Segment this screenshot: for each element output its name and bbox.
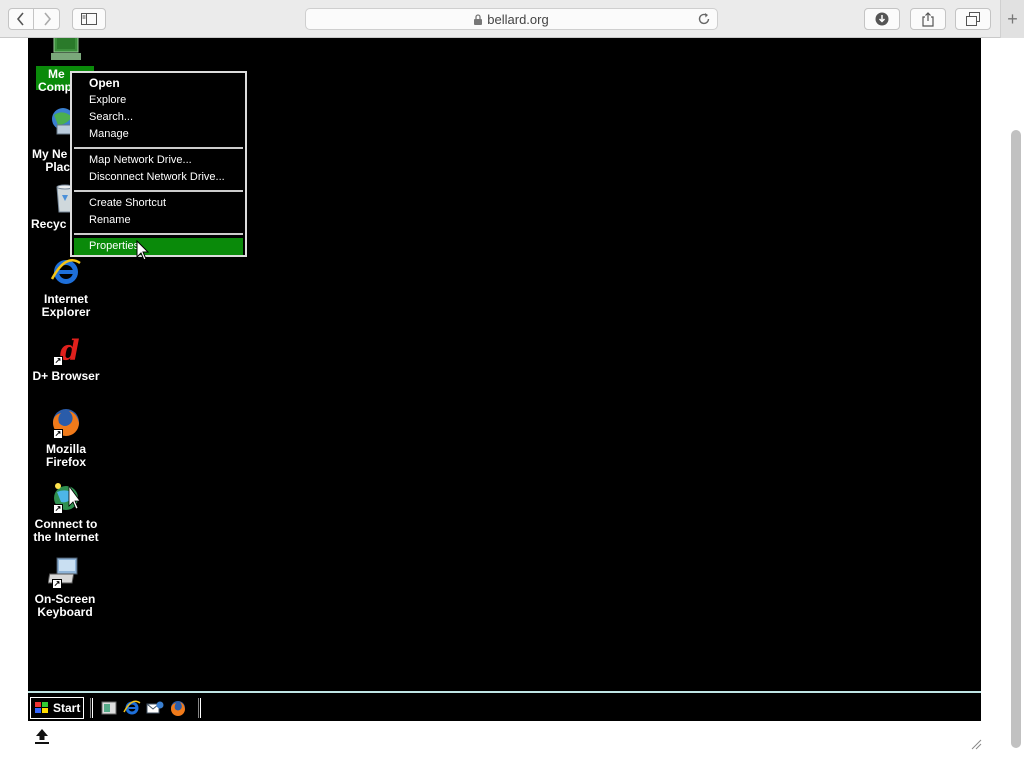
lock-icon xyxy=(474,13,483,25)
menu-separator xyxy=(72,229,245,238)
shortcut-arrow-icon: ↗ xyxy=(53,504,63,514)
shortcut-arrow-icon: ↗ xyxy=(52,579,62,589)
menu-item-map-network-drive[interactable]: Map Network Drive... xyxy=(72,152,245,169)
menu-item-open[interactable]: Open xyxy=(72,75,245,92)
chevron-right-icon xyxy=(43,12,51,26)
chevron-left-icon xyxy=(16,12,24,26)
firefox-icon: ↗ xyxy=(49,405,83,439)
connect-internet-label-2: the Internet xyxy=(33,530,99,544)
menu-item-manage[interactable]: Manage xyxy=(72,126,245,143)
shortcut-arrow-icon: ↗ xyxy=(53,356,63,366)
shortcut-arrow-icon: ↗ xyxy=(53,429,63,439)
page-scrollbar[interactable] xyxy=(1011,130,1021,748)
show-desktop-icon[interactable] xyxy=(100,699,118,717)
firefox-quicklaunch-icon[interactable] xyxy=(169,699,187,717)
sidebar-icon xyxy=(81,13,97,25)
d-plus-browser-label: D+ Browser xyxy=(32,369,100,383)
menu-item-search[interactable]: Search... xyxy=(72,109,245,126)
menu-item-explore[interactable]: Explore xyxy=(72,92,245,109)
outlook-express-icon[interactable] xyxy=(146,699,164,717)
internet-explorer-quicklaunch-icon[interactable] xyxy=(123,699,141,717)
context-menu: Open Explore Search... Manage Map Networ… xyxy=(70,71,247,257)
internet-explorer-label-2: Explorer xyxy=(41,305,91,319)
d-plus-browser-icon: d ↗ xyxy=(49,332,83,367)
forward-button[interactable] xyxy=(34,8,60,30)
internet-explorer-icon xyxy=(49,255,83,289)
computer-icon xyxy=(49,38,83,66)
taskbar-separator xyxy=(198,698,201,718)
menu-item-disconnect-network-drive[interactable]: Disconnect Network Drive... xyxy=(72,169,245,186)
internet-explorer-desktop-icon[interactable]: Internet Explorer xyxy=(28,255,104,319)
start-label: Start xyxy=(53,701,81,715)
keyboard-icon: ↗ xyxy=(47,555,82,589)
download-icon xyxy=(875,12,889,26)
mozilla-firefox-label-2: Firefox xyxy=(45,455,86,469)
share-icon xyxy=(922,11,934,27)
connect-to-internet-desktop-icon[interactable]: ↗ Connect to the Internet xyxy=(28,480,104,544)
emulator-screen[interactable]: Me Comp My Ne Plac Recyc Internet Explor… xyxy=(28,38,981,691)
d-plus-browser-desktop-icon[interactable]: d ↗ D+ Browser xyxy=(28,332,104,383)
sidebar-button[interactable] xyxy=(72,8,106,30)
address-bar[interactable]: bellard.org xyxy=(305,8,718,30)
new-tab-button[interactable]: + xyxy=(1000,0,1024,38)
tabs-overview-button[interactable] xyxy=(955,8,991,30)
on-screen-keyboard-desktop-icon[interactable]: ↗ On-Screen Keyboard xyxy=(28,555,103,619)
my-computer-desktop-icon[interactable]: Me Comp xyxy=(28,38,104,94)
menu-separator xyxy=(72,143,245,152)
nav-buttons xyxy=(8,8,60,30)
menu-item-rename[interactable]: Rename xyxy=(72,212,245,229)
upload-icon[interactable] xyxy=(33,727,51,745)
menu-item-properties[interactable]: Properties xyxy=(74,238,243,255)
mozilla-firefox-desktop-icon[interactable]: ↗ Mozilla Firefox xyxy=(28,405,104,469)
menu-item-create-shortcut[interactable]: Create Shortcut xyxy=(72,195,245,212)
start-button[interactable]: Start xyxy=(30,697,84,719)
reload-icon[interactable] xyxy=(697,12,711,26)
menu-separator xyxy=(72,186,245,195)
share-button[interactable] xyxy=(910,8,946,30)
downloads-button[interactable] xyxy=(864,8,900,30)
back-button[interactable] xyxy=(8,8,34,30)
on-screen-keyboard-label-2: Keyboard xyxy=(37,605,93,619)
tabs-icon xyxy=(966,12,980,26)
resize-handle-icon[interactable] xyxy=(970,738,982,750)
browser-toolbar: bellard.org + xyxy=(0,0,1024,38)
taskbar: Start xyxy=(28,691,981,721)
url-text: bellard.org xyxy=(487,11,549,27)
connect-internet-icon: ↗ xyxy=(49,480,83,514)
mouse-cursor-icon xyxy=(136,240,150,261)
taskbar-separator xyxy=(90,698,93,718)
windows-flag-icon xyxy=(35,702,48,713)
